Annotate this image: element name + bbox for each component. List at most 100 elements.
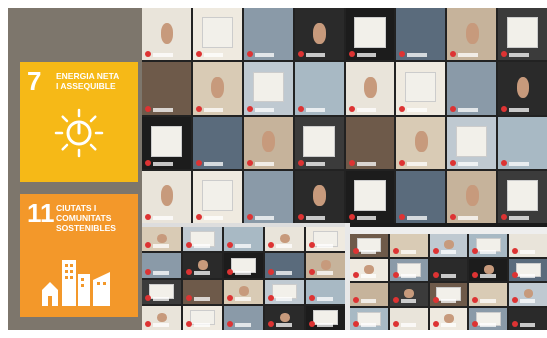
participant-video-tile[interactable] bbox=[509, 258, 547, 281]
participant-video-tile[interactable] bbox=[447, 62, 497, 115]
participant-video-tile[interactable] bbox=[243, 170, 293, 223]
participant-video-tile[interactable] bbox=[389, 283, 428, 306]
muted-mic-icon bbox=[268, 268, 274, 275]
participant-video-tile[interactable] bbox=[294, 170, 344, 223]
participant-video-tile[interactable] bbox=[183, 253, 222, 278]
participant-video-tile[interactable] bbox=[306, 253, 345, 278]
participant-video-tile[interactable] bbox=[243, 116, 293, 169]
participant-video-tile[interactable] bbox=[345, 62, 395, 115]
participant-video-tile[interactable] bbox=[142, 62, 191, 115]
participant-video-tile[interactable] bbox=[243, 8, 293, 61]
participant-video-tile[interactable] bbox=[498, 116, 547, 169]
participant-video-tile[interactable] bbox=[265, 227, 304, 252]
participant-video-tile[interactable] bbox=[294, 8, 344, 61]
participant-video-tile[interactable] bbox=[396, 170, 446, 223]
muted-mic-icon bbox=[297, 214, 304, 220]
muted-mic-icon bbox=[309, 294, 315, 301]
participant-video-tile[interactable] bbox=[389, 258, 428, 281]
participant-video-tile[interactable] bbox=[345, 170, 395, 223]
participant-video-tile[interactable] bbox=[509, 234, 547, 257]
participant-video-tile[interactable] bbox=[243, 62, 293, 115]
muted-mic-icon bbox=[432, 272, 439, 278]
participant-video-tile[interactable] bbox=[142, 170, 191, 223]
participant-video-tile[interactable] bbox=[396, 62, 446, 115]
participant-video-tile[interactable] bbox=[183, 279, 222, 304]
participant-video-tile[interactable] bbox=[498, 170, 547, 223]
participant-name-bar bbox=[480, 323, 496, 327]
participant-video-tile[interactable] bbox=[142, 253, 181, 278]
participant-video-tile[interactable] bbox=[469, 258, 508, 281]
participant-video-tile[interactable] bbox=[509, 307, 547, 330]
participant-video-tile[interactable] bbox=[142, 116, 191, 169]
sdg-panel: 7 ENERGIA NETA I ASSEQUIBLE 11 CIUTATS I… bbox=[8, 8, 142, 330]
participant-video-tile[interactable] bbox=[345, 8, 395, 61]
participant-video-tile[interactable] bbox=[294, 116, 344, 169]
muted-mic-icon bbox=[501, 159, 508, 166]
participant-video-tile[interactable] bbox=[183, 227, 222, 252]
participant-video-tile[interactable] bbox=[265, 305, 304, 330]
participant-video-tile[interactable] bbox=[429, 258, 468, 281]
participant-video-tile[interactable] bbox=[224, 253, 263, 278]
participant-video-tile[interactable] bbox=[183, 305, 222, 330]
participant-video-tile[interactable] bbox=[350, 283, 388, 306]
participant-video-tile[interactable] bbox=[192, 170, 242, 223]
participant-video-tile[interactable] bbox=[192, 8, 242, 61]
muted-mic-icon bbox=[392, 272, 399, 278]
participant-video-tile[interactable] bbox=[447, 8, 497, 61]
muted-mic-icon bbox=[246, 105, 253, 112]
participant-video-tile[interactable] bbox=[142, 227, 181, 252]
muted-mic-icon bbox=[145, 105, 151, 112]
participant-video-tile[interactable] bbox=[142, 279, 181, 304]
muted-mic-icon bbox=[268, 242, 274, 249]
participant-face bbox=[160, 185, 174, 207]
participant-name-bar bbox=[194, 244, 210, 249]
muted-mic-icon bbox=[297, 159, 304, 166]
participant-video-tile[interactable] bbox=[224, 279, 263, 304]
participant-video-tile[interactable] bbox=[469, 307, 508, 330]
participant-video-tile[interactable] bbox=[350, 234, 388, 257]
participant-video-tile[interactable] bbox=[447, 116, 497, 169]
participant-video-tile[interactable] bbox=[306, 305, 345, 330]
participant-video-tile[interactable] bbox=[447, 170, 497, 223]
participant-face bbox=[516, 76, 530, 98]
participant-face bbox=[465, 22, 479, 44]
participant-video-tile[interactable] bbox=[498, 8, 547, 61]
participant-video-tile[interactable] bbox=[345, 116, 395, 169]
participant-video-tile[interactable] bbox=[429, 307, 468, 330]
drawing-paper bbox=[201, 17, 233, 49]
participant-video-tile[interactable] bbox=[192, 62, 242, 115]
participant-video-tile[interactable] bbox=[509, 283, 547, 306]
participant-video-tile[interactable] bbox=[142, 8, 191, 61]
participant-video-tile[interactable] bbox=[192, 116, 242, 169]
participant-video-tile[interactable] bbox=[350, 258, 388, 281]
participant-video-tile[interactable] bbox=[350, 307, 388, 330]
participant-name-bar bbox=[203, 53, 224, 58]
participant-video-tile[interactable] bbox=[306, 227, 345, 252]
participant-video-tile[interactable] bbox=[429, 234, 468, 257]
participant-face bbox=[443, 313, 454, 323]
participant-video-tile[interactable] bbox=[142, 305, 181, 330]
muted-mic-icon bbox=[186, 242, 192, 249]
participant-name-bar bbox=[254, 107, 275, 112]
muted-mic-icon bbox=[145, 242, 151, 249]
participant-video-tile[interactable] bbox=[396, 116, 446, 169]
participant-video-tile[interactable] bbox=[469, 283, 508, 306]
participant-video-tile[interactable] bbox=[224, 227, 263, 252]
participant-video-tile[interactable] bbox=[389, 234, 428, 257]
participant-video-tile[interactable] bbox=[224, 305, 263, 330]
participant-video-tile[interactable] bbox=[498, 62, 547, 115]
participant-video-tile[interactable] bbox=[396, 8, 446, 61]
participant-video-tile[interactable] bbox=[429, 283, 468, 306]
participant-video-tile[interactable] bbox=[469, 234, 508, 257]
participant-name-bar bbox=[356, 216, 377, 220]
participant-name-bar bbox=[509, 216, 529, 220]
participant-name-bar bbox=[203, 161, 224, 166]
participant-video-tile[interactable] bbox=[389, 307, 428, 330]
participant-video-tile[interactable] bbox=[294, 62, 344, 115]
participant-video-tile[interactable] bbox=[265, 279, 304, 304]
muted-mic-icon bbox=[195, 214, 202, 220]
participant-face bbox=[364, 264, 375, 274]
muted-mic-icon bbox=[297, 51, 304, 58]
participant-video-tile[interactable] bbox=[265, 253, 304, 278]
participant-video-tile[interactable] bbox=[306, 279, 345, 304]
